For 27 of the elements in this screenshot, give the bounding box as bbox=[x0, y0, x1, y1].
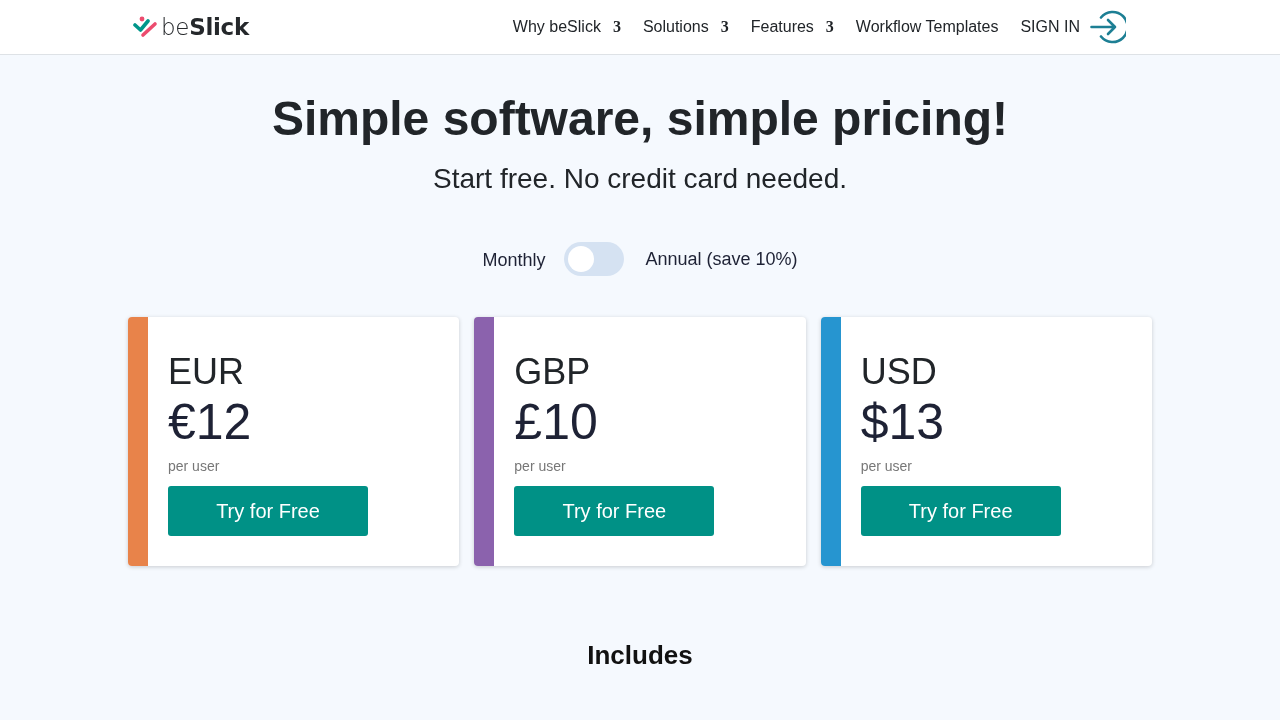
try-free-button[interactable]: Try for Free bbox=[860, 486, 1061, 536]
nav-link[interactable]: Why beSlick 3 bbox=[501, 10, 632, 44]
sign-in-link[interactable]: SIGN IN bbox=[1009, 9, 1126, 45]
price-text: $13 bbox=[860, 393, 945, 451]
annual-label: Annual (save 10%) bbox=[645, 248, 798, 270]
nav-link[interactable]: Features 3 bbox=[739, 10, 845, 44]
sign-in-icon bbox=[1090, 9, 1126, 45]
currency-label: EUR bbox=[168, 350, 244, 393]
currency-label: GBP bbox=[514, 350, 591, 393]
price-unit: per user bbox=[168, 458, 220, 475]
price-unit: per user bbox=[860, 458, 912, 475]
logo-check-icon bbox=[133, 16, 159, 38]
page-subtitle: Start free. No credit card needed. bbox=[433, 162, 847, 196]
nav-link[interactable]: Workflow Templates bbox=[844, 10, 1010, 44]
section-heading: Includes bbox=[587, 640, 693, 671]
try-free-button[interactable]: Try for Free bbox=[514, 486, 715, 536]
price-unit: per user bbox=[514, 458, 566, 475]
logo[interactable]: beSlick bbox=[133, 14, 249, 40]
price-text: €12 bbox=[168, 393, 252, 451]
price-text: £10 bbox=[514, 393, 598, 451]
billing-toggle[interactable] bbox=[564, 242, 625, 276]
page-title: Simple software, simple pricing! bbox=[271, 91, 1009, 147]
currency-label: USD bbox=[860, 350, 937, 393]
nav-link[interactable]: Solutions 3 bbox=[631, 10, 740, 44]
logo-text: beSlick bbox=[161, 14, 249, 40]
monthly-label: Monthly bbox=[482, 249, 546, 271]
try-free-button[interactable]: Try for Free bbox=[168, 486, 368, 536]
